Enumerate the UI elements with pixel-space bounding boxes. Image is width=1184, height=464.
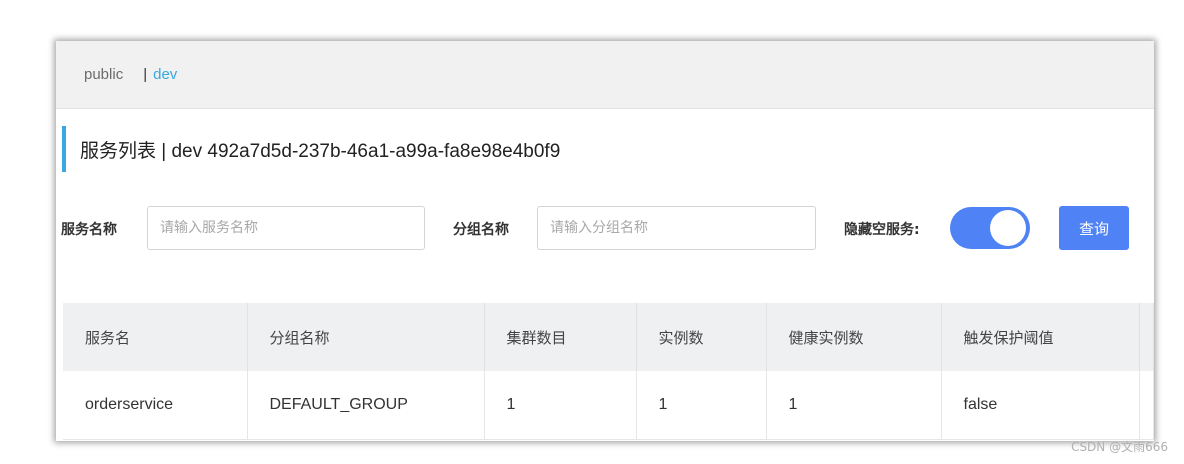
cell-service-name: orderservice <box>63 371 248 440</box>
table-header-row: 服务名 分组名称 集群数目 实例数 健康实例数 触发保护阈值 <box>63 303 1154 371</box>
namespace-bar: public | dev <box>56 41 1154 109</box>
group-name-input[interactable] <box>537 206 816 250</box>
hide-empty-toggle[interactable] <box>950 207 1030 249</box>
col-actions <box>1139 303 1154 371</box>
service-table: 服务名 分组名称 集群数目 实例数 健康实例数 触发保护阈值 orderserv… <box>63 303 1154 440</box>
group-name-label: 分组名称 <box>453 222 509 238</box>
col-group-name: 分组名称 <box>247 303 485 371</box>
cell-cluster-count: 1 <box>484 371 637 440</box>
table-row: orderservice DEFAULT_GROUP 1 1 1 false <box>63 371 1154 440</box>
col-cluster-count: 集群数目 <box>484 303 637 371</box>
cell-group-name: DEFAULT_GROUP <box>247 371 485 440</box>
cell-actions <box>1139 371 1154 440</box>
service-list-panel: public | dev 服务列表 | dev 492a7d5d-237b-46… <box>56 41 1154 441</box>
namespace-separator: | <box>143 66 148 83</box>
cell-instance-count: 1 <box>636 371 767 440</box>
service-name-input[interactable] <box>147 206 425 250</box>
namespace-public[interactable]: public <box>84 66 123 83</box>
cell-healthy-instance-count: 1 <box>766 371 942 440</box>
col-protect-threshold: 触发保护阈值 <box>941 303 1140 371</box>
query-button[interactable]: 查询 <box>1059 206 1129 250</box>
cell-protect-threshold: false <box>941 371 1140 440</box>
col-healthy-instance-count: 健康实例数 <box>766 303 942 371</box>
toggle-knob <box>990 210 1026 246</box>
col-instance-count: 实例数 <box>636 303 767 371</box>
namespace-dev[interactable]: dev <box>153 66 177 83</box>
watermark: CSDN @文雨666 <box>1071 440 1168 454</box>
title-accent-bar <box>62 126 66 172</box>
page-title: 服务列表 | dev 492a7d5d-237b-46a1-a99a-fa8e9… <box>80 140 561 162</box>
hide-empty-label: 隐藏空服务: <box>844 222 920 238</box>
page-title-wrap: 服务列表 | dev 492a7d5d-237b-46a1-a99a-fa8e9… <box>62 126 560 172</box>
service-name-label: 服务名称 <box>61 222 117 238</box>
filter-row: 服务名称 分组名称 隐藏空服务: 查询 <box>56 206 1154 252</box>
col-service-name: 服务名 <box>63 303 248 371</box>
